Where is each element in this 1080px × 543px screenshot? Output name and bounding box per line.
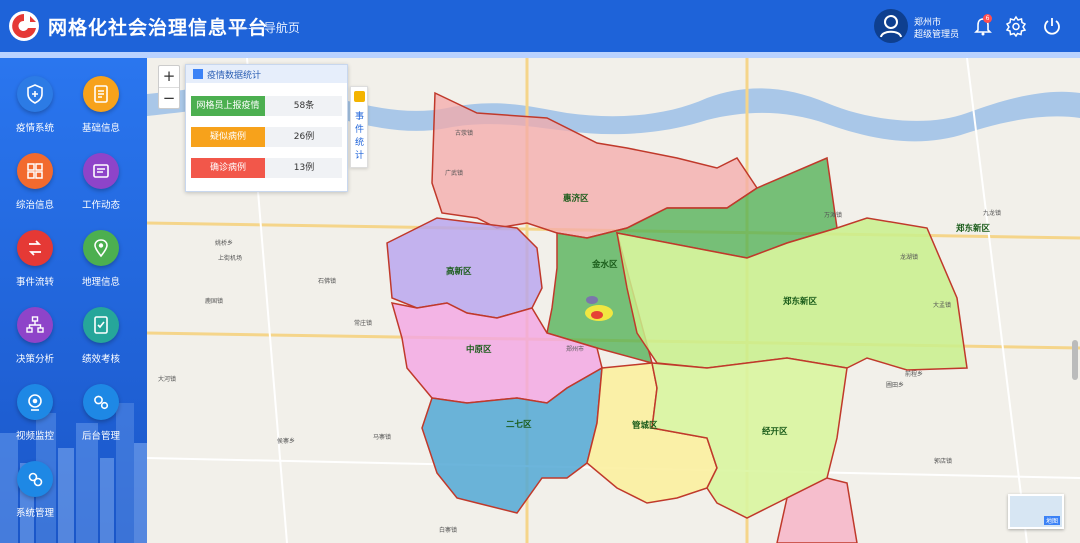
stat-value: 26例 — [293, 132, 315, 142]
document-icon — [83, 76, 119, 112]
event-stats-label: 事件统计 — [354, 112, 364, 161]
shield-plus-icon — [17, 76, 53, 112]
district-label-gaoxin: 高新区 — [446, 267, 472, 277]
app-title: 网格化社会治理信息平台 — [48, 17, 269, 39]
nav-label: 视频监控 — [15, 431, 54, 442]
nav-item-basic-info[interactable]: 基础信息 — [71, 76, 131, 150]
power-icon[interactable] — [1041, 15, 1063, 37]
nav-item-video-monitor[interactable]: 视频监控 — [5, 384, 65, 458]
user-icon — [880, 15, 902, 38]
nav-label: 后台管理 — [81, 431, 120, 442]
minimap-label: 地图 — [1043, 516, 1060, 525]
district-label-jingkai: 经开区 — [762, 427, 788, 437]
news-icon — [83, 153, 119, 189]
user-avatar[interactable] — [874, 9, 908, 43]
nav-label: 地理信息 — [81, 277, 120, 288]
map-scroll-handle[interactable] — [1072, 340, 1078, 380]
app-header: 网格化社会治理信息平台 —— 导航页 郑州市 超级管理员 6 — [0, 0, 1080, 52]
nav-item-decision-analysis[interactable]: 决策分析 — [5, 307, 65, 381]
panel-title: 疫情数据统计 — [207, 71, 262, 81]
place-label: 姚桥乡 — [215, 240, 234, 247]
nav-label: 决策分析 — [15, 354, 54, 365]
nav-item-work-news[interactable]: 工作动态 — [71, 153, 131, 227]
nav-item-performance[interactable]: 绩效考核 — [71, 307, 131, 381]
district-label-zhengdong-east: 郑东新区 — [956, 224, 991, 234]
district-label-zhongyuan: 中原区 — [466, 345, 492, 355]
notification-badge: 6 — [983, 14, 992, 23]
nav-item-governance-info[interactable]: 综治信息 — [5, 153, 65, 227]
place-label: 鹿国镇 — [205, 298, 224, 305]
place-label: 白寨镇 — [439, 527, 458, 534]
heatmap-spot — [586, 296, 598, 304]
page-subtitle: —— 导航页 — [236, 21, 300, 35]
district-label-jinshui: 金水区 — [592, 260, 618, 270]
nav-item-geo-info[interactable]: 地理信息 — [71, 230, 131, 304]
stat-row-confirmed[interactable]: 确诊病例 13例 — [191, 158, 342, 178]
place-label: 侯寨乡 — [277, 438, 296, 445]
nav-label: 系统管理 — [15, 508, 54, 519]
sidebar-nav: 疫情系统 基础信息 综治信息 工作动态 事件流转 地理信息 决策分析 绩效考核 … — [0, 58, 147, 543]
place-label: 大孟镇 — [933, 302, 952, 309]
camera-icon — [17, 384, 53, 420]
map-zoom-control: + − — [158, 65, 180, 109]
nav-item-epidemic[interactable]: 疫情系统 — [5, 76, 65, 150]
panel-header: 疫情数据统计 — [186, 65, 347, 83]
org-chart-icon — [17, 307, 53, 343]
place-label: 九龙镇 — [983, 210, 1002, 217]
place-label: 古荥镇 — [455, 130, 474, 137]
nav-item-system-admin[interactable]: 系统管理 — [5, 461, 65, 535]
grid-icon — [17, 153, 53, 189]
place-label: 龙湖镇 — [900, 254, 919, 261]
stat-label: 疑似病例 — [191, 127, 265, 147]
epidemic-stats-panel: 疫情数据统计 网格员上报疫情 58条 疑似病例 26例 确诊病例 13例 — [185, 64, 348, 192]
nav-label: 综治信息 — [15, 200, 54, 211]
heatmap-core — [591, 311, 603, 319]
stat-row-suspected[interactable]: 疑似病例 26例 — [191, 127, 342, 147]
district-label-huiji: 惠济区 — [563, 194, 589, 204]
place-label: 郭店镇 — [934, 458, 953, 465]
nav-label: 基础信息 — [81, 123, 120, 134]
minimap-toggle[interactable]: 地图 — [1008, 494, 1064, 529]
stat-row-reports[interactable]: 网格员上报疫情 58条 — [191, 96, 342, 116]
gears-icon — [83, 384, 119, 420]
zoom-out-button[interactable]: − — [159, 87, 179, 108]
platform-logo-icon — [9, 11, 39, 41]
place-label: 马寨镇 — [373, 434, 392, 441]
place-label: 广武镇 — [445, 170, 464, 177]
stat-value: 13例 — [293, 163, 315, 173]
nav-label: 事件流转 — [15, 277, 54, 288]
folder-icon — [354, 91, 365, 102]
stat-value: 58条 — [293, 101, 315, 111]
user-role: 超级管理员 — [914, 30, 960, 40]
nav-item-event-flow[interactable]: 事件流转 — [5, 230, 65, 304]
place-label: 圃田乡 — [886, 382, 905, 389]
event-stats-tab[interactable]: 事件统计 — [350, 86, 368, 168]
gear-icon[interactable] — [1005, 15, 1027, 37]
checklist-icon — [83, 307, 119, 343]
district-label-zhengdong: 郑东新区 — [783, 297, 818, 307]
nav-label: 工作动态 — [81, 200, 120, 211]
place-label: 郑州市 — [566, 346, 585, 353]
nav-label: 绩效考核 — [81, 354, 120, 365]
district-label-erqi: 二七区 — [506, 420, 532, 430]
flow-icon — [17, 230, 53, 266]
location-pin-icon — [83, 230, 119, 266]
place-label: 上街机场 — [218, 255, 243, 262]
stat-label: 网格员上报疫情 — [191, 96, 265, 116]
settings-icon — [17, 461, 53, 497]
nav-label: 疫情系统 — [15, 123, 54, 134]
zoom-in-button[interactable]: + — [159, 66, 179, 87]
place-label: 大河镇 — [158, 376, 177, 383]
place-label: 前程乡 — [905, 371, 924, 378]
chart-icon — [193, 69, 203, 79]
nav-item-backend-admin[interactable]: 后台管理 — [71, 384, 131, 458]
place-label: 常庄镇 — [354, 320, 373, 327]
place-label: 万滩镇 — [824, 212, 843, 219]
district-label-guancheng: 管城区 — [632, 421, 658, 431]
stat-label: 确诊病例 — [191, 158, 265, 178]
place-label: 石佛镇 — [318, 278, 337, 285]
